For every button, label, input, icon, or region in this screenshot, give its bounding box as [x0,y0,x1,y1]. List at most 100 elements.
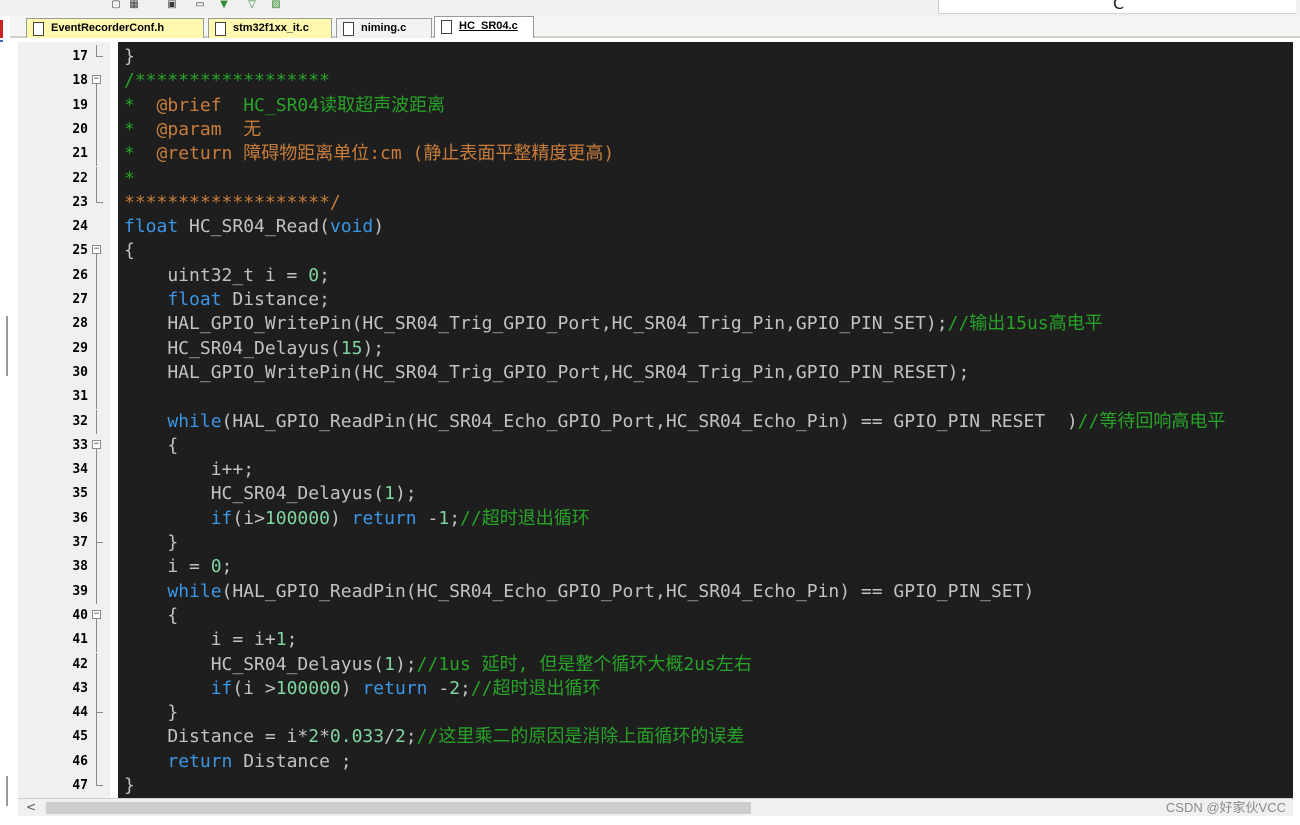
code-line[interactable]: 37 } [18,531,1293,556]
code-token: * [319,726,330,748]
code-token: void [329,216,374,238]
code-line[interactable]: 27 float Distance; [18,288,1293,313]
tab-stm32f1xx-it[interactable]: stm32f1xx_it.c [208,18,332,38]
fold-toggle-icon[interactable]: − [92,75,101,85]
code-line[interactable]: 43 if(i >100000) return -2;//超时退出循环 [18,676,1293,702]
tab-niming[interactable]: niming.c [336,18,432,38]
line-number: 47 [72,778,88,793]
fold-end-guide [96,774,103,786]
code-line[interactable]: 45 Distance = i*2*0.033/2;//这里乘二的原因是消除上面… [18,725,1293,750]
file-icon [33,22,44,36]
code-line[interactable]: 35 HC_SR04_Delayus(1); [18,482,1293,507]
code-token: HC_SR04_Read( [178,216,330,238]
fold-toggle-icon[interactable]: − [92,245,101,255]
code-line[interactable]: 28 HAL_GPIO_WritePin(HC_SR04_Trig_GPIO_P… [18,312,1293,337]
code-line[interactable]: 32 while(HAL_GPIO_ReadPin(HC_SR04_Echo_G… [18,409,1293,434]
code-token: if [210,677,233,699]
code-token: ; [405,726,417,748]
code-line[interactable]: 46 return Distance ; [18,749,1293,774]
code-token: ; [221,556,233,578]
line-number: 24 [72,219,88,235]
line-number: 21 [72,146,88,162]
code-line[interactable]: 31 [18,385,1293,410]
code-token: (i > [232,677,276,699]
code-text: * @return 障碍物距离单位:cm (静止表面平整精度更高) [124,142,614,166]
code-text: * @brief HC_SR04读取超声波距离 [124,94,445,118]
tool-icon-6[interactable]: ▽ [244,0,260,10]
code-token: ; [286,629,298,651]
code-line[interactable]: 44 } [18,701,1293,726]
code-token: ) [329,507,352,529]
fold-toggle-icon[interactable]: − [92,439,101,449]
tab-hc-sr04[interactable]: HC_SR04.c [434,16,534,38]
line-number: 35 [72,486,88,502]
file-icon [441,20,452,34]
code-line[interactable]: 21 * @return 障碍物距离单位:cm (静止表面平整精度更高) [18,142,1293,167]
code-token: ; [319,264,330,286]
code-text: * @param 无 [124,118,261,142]
code-line[interactable]: 41 i = i+1; [18,628,1293,653]
line-number: 25 [72,243,88,259]
line-number: 30 [72,364,88,380]
code-line[interactable]: 26 uint32_t i = 0; [18,263,1293,288]
code-text: if(i>100000) return -1;//超时退出循环 [124,507,590,531]
code-line[interactable]: 24 float HC_SR04_Read(void) [18,215,1293,239]
code-token: //等待回响高电平 [1077,410,1226,432]
code-token: //超时退出循环 [470,677,601,699]
scrollbar-thumb[interactable] [46,802,751,814]
fold-guide [96,458,97,483]
tool-icon-1[interactable]: ▢ [108,0,124,10]
line-number: 34 [72,462,88,478]
code-line[interactable]: 47} [18,774,1293,798]
tool-icon-7[interactable]: ▨ [268,0,284,10]
code-line[interactable]: 25− { [18,239,1293,265]
code-token: //超时退出循环 [460,507,590,529]
tab-eventrecorderconf[interactable]: EventRecorderConf.h [26,18,204,38]
code-token: (i> [232,507,265,529]
code-line[interactable]: 42 HC_SR04_Delayus(1);//1us 延时, 但是整个循环大概… [18,652,1293,677]
code-line[interactable]: 22 * [18,166,1293,191]
code-line[interactable]: 34 i++; [18,458,1293,483]
code-token: ; [460,677,471,699]
fold-end-guide [96,45,103,57]
code-line[interactable]: 29 HC_SR04_Delayus(15); [18,336,1293,361]
code-line[interactable]: 40− { [18,604,1293,629]
code-token: * [124,118,157,140]
tab-bar: EventRecorderConf.h stm32f1xx_it.c nimin… [10,16,1300,38]
fold-guide [96,312,97,337]
line-number: 45 [72,729,88,745]
code-token: } [124,46,135,67]
code-line[interactable]: 33− { [18,434,1293,459]
tool-icon-2[interactable]: ▦ [126,0,142,10]
horizontal-scrollbar[interactable]: < [18,798,1293,816]
code-token: ) [340,677,363,699]
code-token: Distance; [221,289,330,310]
code-token: Distance = i* [124,726,309,748]
code-editor[interactable]: 17} 18−/****************** 19 * @brief HC_S… [18,42,1293,798]
code-text: i++; [124,458,254,482]
code-token: if [210,507,233,529]
tool-icon-5[interactable]: ▼ [216,0,232,10]
code-text: { [124,604,178,628]
code-line[interactable]: 23 *******************/ [18,190,1293,215]
line-number: 20 [72,121,88,137]
code-line[interactable]: 18− /****************** [18,69,1293,95]
code-line[interactable]: 30 HAL_GPIO_WritePin(HC_SR04_Trig_GPIO_P… [18,360,1293,386]
tool-icon-4[interactable]: ▭ [192,0,208,10]
floating-panel-text: C [1113,0,1125,13]
fold-toggle-icon[interactable]: − [92,609,101,619]
scroll-left-arrow[interactable]: < [26,800,36,814]
code-line[interactable]: 38 i = 0; [18,555,1293,580]
line-number: 40 [72,607,88,623]
tool-icon-3[interactable]: ▣ [164,0,180,10]
code-line[interactable]: 20 * @param 无 [18,117,1293,143]
code-token: 2 [449,677,461,699]
fold-guide [96,628,97,653]
code-line[interactable]: 39 while(HAL_GPIO_ReadPin(HC_SR04_Echo_G… [18,579,1293,604]
code-line[interactable]: 19 * @brief HC_SR04读取超声波距离 [18,93,1293,118]
code-token: 障碍物距离单位:cm (静止表面平整精度更高) [232,143,615,165]
code-line[interactable]: 17} [18,45,1293,69]
code-line[interactable]: 36 if(i>100000) return -1;//超时退出循环 [18,506,1293,531]
